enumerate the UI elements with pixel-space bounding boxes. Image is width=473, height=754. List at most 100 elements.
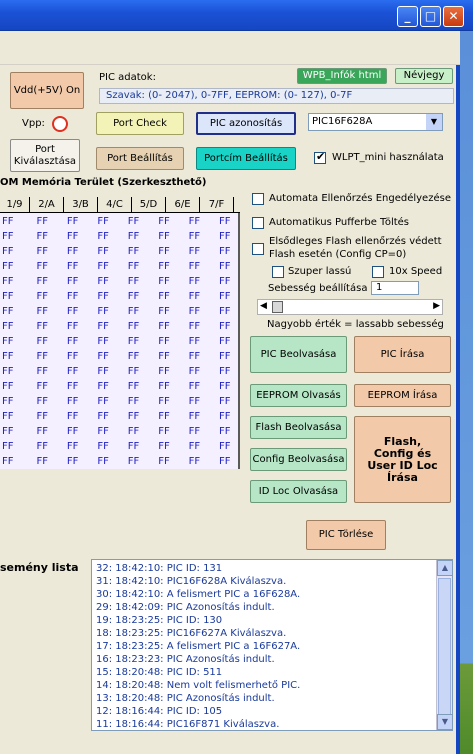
grid-cell[interactable]: FF	[57, 394, 87, 409]
event-list-item[interactable]: 11: 18:16:44: PIC16F871 Kiválaszva.	[96, 718, 432, 731]
grid-cell[interactable]: FF	[179, 289, 209, 304]
event-list-item[interactable]: 14: 18:20:48: Nem volt felismerhető PIC.	[96, 679, 432, 692]
grid-cell[interactable]: FF	[149, 244, 179, 259]
grid-cell[interactable]: FF	[210, 214, 240, 229]
grid-cell[interactable]: FF	[118, 409, 148, 424]
vdd-button[interactable]: Vdd(+5V) On	[10, 72, 84, 109]
grid-cell[interactable]: FF	[118, 379, 148, 394]
grid-cell[interactable]: FF	[179, 259, 209, 274]
grid-cell[interactable]: FF	[0, 349, 27, 364]
grid-cell[interactable]: FF	[57, 229, 87, 244]
grid-cell[interactable]: FF	[88, 214, 118, 229]
grid-cell[interactable]: FF	[149, 334, 179, 349]
grid-cell[interactable]: FF	[149, 394, 179, 409]
grid-cell[interactable]: FF	[27, 289, 57, 304]
grid-cell[interactable]: FF	[179, 229, 209, 244]
grid-cell[interactable]: FF	[57, 439, 87, 454]
grid-cell[interactable]: FF	[179, 304, 209, 319]
grid-cell[interactable]: FF	[118, 259, 148, 274]
maximize-icon[interactable]: □	[420, 6, 441, 27]
grid-cell[interactable]: FF	[179, 379, 209, 394]
chevron-down-icon[interactable]: ▼	[426, 114, 442, 130]
pic-write-button[interactable]: PIC Írása	[354, 336, 451, 373]
grid-cell[interactable]: FF	[149, 304, 179, 319]
grid-cell[interactable]: FF	[57, 259, 87, 274]
grid-cell[interactable]: FF	[88, 304, 118, 319]
super-slow-checkbox[interactable]	[272, 266, 284, 278]
grid-cell[interactable]: FF	[57, 334, 87, 349]
pic-read-button[interactable]: PIC Beolvasása	[250, 336, 347, 373]
grid-cell[interactable]: FF	[149, 409, 179, 424]
speed-input[interactable]: 1	[371, 281, 419, 295]
eeprom-write-button[interactable]: EEPROM Írása	[354, 384, 451, 407]
wpb-info-button[interactable]: WPB_Infók html	[297, 68, 387, 84]
port-check-button[interactable]: Port Check	[96, 112, 184, 135]
grid-cell[interactable]: FF	[179, 364, 209, 379]
port-select-button[interactable]: Port Kiválasztása	[10, 139, 80, 172]
grid-cell[interactable]: FF	[210, 259, 240, 274]
grid-cell[interactable]: FF	[179, 454, 209, 469]
auto-buffer-checkbox[interactable]	[252, 217, 264, 229]
grid-cell[interactable]: FF	[149, 214, 179, 229]
grid-cell[interactable]: FF	[210, 289, 240, 304]
grid-cell[interactable]: FF	[179, 334, 209, 349]
event-list-item[interactable]: 31: 18:42:10: PIC16F628A Kiválaszva.	[96, 575, 432, 588]
grid-cell[interactable]: FF	[118, 454, 148, 469]
port-address-settings-button[interactable]: Portcím Beállítás	[196, 147, 296, 170]
grid-cell[interactable]: FF	[210, 394, 240, 409]
pic-erase-button[interactable]: PIC Törlése	[306, 520, 386, 550]
grid-cell[interactable]: FF	[88, 349, 118, 364]
grid-cell[interactable]: FF	[57, 214, 87, 229]
grid-cell[interactable]: FF	[210, 439, 240, 454]
grid-cell[interactable]: FF	[27, 439, 57, 454]
grid-cell[interactable]: FF	[179, 424, 209, 439]
grid-cell[interactable]: FF	[88, 439, 118, 454]
grid-cell[interactable]: FF	[27, 319, 57, 334]
grid-cell[interactable]: FF	[179, 394, 209, 409]
speed-slider[interactable]: ◀ ▶	[257, 299, 443, 315]
grid-cell[interactable]: FF	[210, 319, 240, 334]
grid-cell[interactable]: FF	[0, 394, 27, 409]
grid-cell[interactable]: FF	[210, 409, 240, 424]
grid-cell[interactable]: FF	[179, 214, 209, 229]
event-list-item[interactable]: 29: 18:42:09: PIC Azonosítás indult.	[96, 601, 432, 614]
grid-cell[interactable]: FF	[88, 364, 118, 379]
eeprom-read-button[interactable]: EEPROM Olvasás	[250, 384, 347, 407]
grid-cell[interactable]: FF	[149, 319, 179, 334]
grid-cell[interactable]: FF	[0, 379, 27, 394]
grid-cell[interactable]: FF	[210, 274, 240, 289]
device-select[interactable]: PIC16F628A ▼	[308, 113, 443, 131]
close-icon[interactable]: ✕	[443, 6, 464, 27]
grid-cell[interactable]: FF	[0, 319, 27, 334]
event-list-item[interactable]: 17: 18:23:25: A felismert PIC a 16F627A.	[96, 640, 432, 653]
grid-cell[interactable]: FF	[149, 379, 179, 394]
grid-cell[interactable]: FF	[27, 214, 57, 229]
grid-cell[interactable]: FF	[88, 289, 118, 304]
grid-cell[interactable]: FF	[149, 439, 179, 454]
grid-cell[interactable]: FF	[149, 364, 179, 379]
grid-cell[interactable]: FF	[210, 304, 240, 319]
grid-cell[interactable]: FF	[210, 454, 240, 469]
grid-cell[interactable]: FF	[210, 334, 240, 349]
grid-cell[interactable]: FF	[210, 424, 240, 439]
grid-cell[interactable]: FF	[27, 364, 57, 379]
grid-cell[interactable]: FF	[27, 244, 57, 259]
event-list-scrollbar[interactable]: ▲ ▼	[436, 560, 453, 730]
grid-cell[interactable]: FF	[27, 454, 57, 469]
grid-cell[interactable]: FF	[118, 334, 148, 349]
grid-cell[interactable]: FF	[57, 409, 87, 424]
auto-verify-checkbox[interactable]	[252, 193, 264, 205]
grid-cell[interactable]: FF	[57, 349, 87, 364]
grid-cell[interactable]: FF	[149, 229, 179, 244]
flash-config-write-button[interactable]: Flash, Config és User ID Loc Írása	[354, 416, 451, 503]
grid-cell[interactable]: FF	[0, 409, 27, 424]
grid-cell[interactable]: FF	[88, 454, 118, 469]
event-list[interactable]: 32: 18:42:10: PIC ID: 131 31: 18:42:10: P…	[91, 559, 453, 731]
grid-cell[interactable]: FF	[57, 319, 87, 334]
grid-cell[interactable]: FF	[179, 349, 209, 364]
event-list-item[interactable]: 16: 18:23:23: PIC Azonosítás indult.	[96, 653, 432, 666]
grid-cell[interactable]: FF	[27, 379, 57, 394]
grid-cell[interactable]: FF	[57, 454, 87, 469]
config-read-button[interactable]: Config Beolvasása	[250, 448, 347, 471]
grid-cell[interactable]: FF	[27, 424, 57, 439]
